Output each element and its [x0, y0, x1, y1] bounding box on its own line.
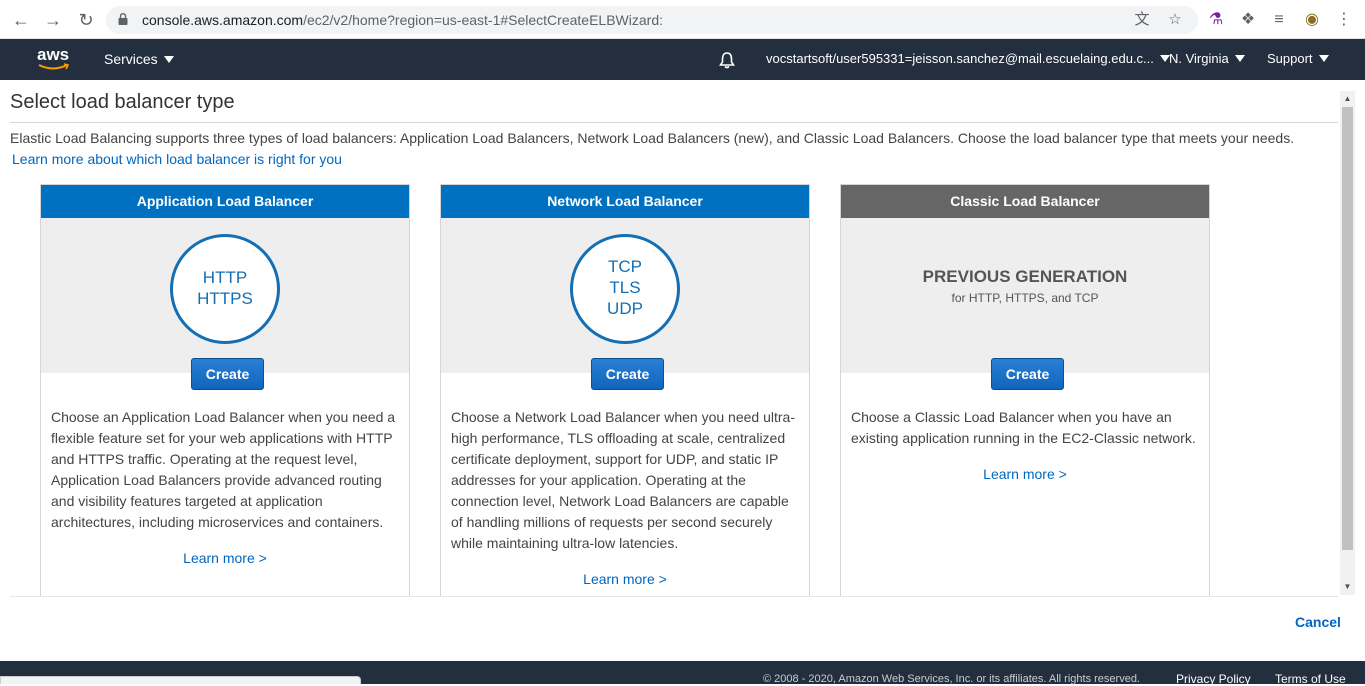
- card-body: Choose an Application Load Balancer when…: [41, 373, 409, 569]
- create-alb-button[interactable]: Create: [191, 358, 264, 390]
- card-title: Network Load Balancer: [441, 185, 809, 218]
- url-text: console.aws.amazon.com/ec2/v2/home?regio…: [142, 12, 663, 28]
- protocol-label: TCP: [608, 257, 642, 276]
- protocol-circle: HTTP HTTPS: [170, 234, 280, 344]
- lock-icon: [118, 13, 128, 25]
- extension-flask-icon[interactable]: ⚗: [1205, 9, 1227, 31]
- region-menu[interactable]: N. Virginia: [1169, 51, 1245, 66]
- title-divider: [10, 122, 1338, 123]
- protocol-circle: TCP TLS UDP: [570, 234, 680, 344]
- card-description: Choose an Application Load Balancer when…: [51, 409, 396, 530]
- aws-logo[interactable]: aws: [36, 45, 72, 73]
- card-network-load-balancer: Network Load Balancer TCP TLS UDP Create…: [440, 184, 810, 596]
- services-label: Services: [104, 51, 158, 67]
- support-menu[interactable]: Support: [1267, 51, 1329, 66]
- card-learn-more-link[interactable]: Learn more >: [851, 464, 1199, 485]
- forward-arrow-icon[interactable]: →: [42, 9, 64, 31]
- bell-icon[interactable]: [718, 51, 736, 69]
- account-menu[interactable]: vocstartsoft/user595331=jeisson.sanchez@…: [766, 51, 1170, 66]
- previous-generation-label: PREVIOUS GENERATION: [922, 267, 1128, 286]
- card-description: Choose a Classic Load Balancer when you …: [851, 409, 1196, 446]
- aws-console-header: aws Services vocstartsoft/user595331=jei…: [0, 39, 1365, 80]
- card-description: Choose a Network Load Balancer when you …: [451, 409, 795, 551]
- chevron-down-icon: [163, 55, 174, 63]
- aws-smile-icon: [38, 63, 70, 70]
- card-visual: TCP TLS UDP Create: [441, 218, 809, 390]
- address-bar[interactable]: console.aws.amazon.com/ec2/v2/home?regio…: [106, 6, 1198, 34]
- url-host: console.aws.amazon.com: [142, 12, 304, 28]
- link-status-bar: [0, 676, 361, 684]
- card-title: Classic Load Balancer: [841, 185, 1209, 218]
- protocol-label: TLS: [609, 278, 641, 297]
- previous-generation-sub: for HTTP, HTTPS, and TCP: [951, 291, 1099, 305]
- card-classic-load-balancer: Classic Load Balancer PREVIOUS GENERATIO…: [840, 184, 1210, 596]
- back-arrow-icon[interactable]: ←: [10, 9, 32, 31]
- profile-avatar-icon[interactable]: ◉: [1301, 9, 1323, 31]
- content-divider: [10, 596, 1338, 597]
- translate-icon[interactable]: 文: [1132, 10, 1152, 30]
- protocol-label: HTTPS: [197, 289, 253, 308]
- copyright-text: © 2008 - 2020, Amazon Web Services, Inc.…: [763, 673, 1140, 685]
- card-visual: PREVIOUS GENERATION for HTTP, HTTPS, and…: [841, 218, 1209, 390]
- scrollbar-thumb[interactable]: [1342, 107, 1353, 550]
- star-icon[interactable]: ☆: [1165, 10, 1185, 30]
- chevron-down-icon: [1234, 55, 1245, 63]
- page-title: Select load balancer type: [10, 91, 235, 113]
- cancel-link[interactable]: Cancel: [1295, 614, 1341, 630]
- learn-more-link[interactable]: Learn more about which load balancer is …: [12, 151, 342, 167]
- chevron-down-icon: [1318, 55, 1329, 63]
- create-clb-button[interactable]: Create: [991, 358, 1064, 390]
- scroll-down-icon[interactable]: ▼: [1342, 582, 1353, 592]
- protocol-label: HTTP: [202, 268, 248, 287]
- puzzle-icon[interactable]: ❖: [1237, 9, 1259, 31]
- url-path: /ec2/v2/home?region=us-east-1#SelectCrea…: [303, 12, 663, 28]
- menu-kebab-icon[interactable]: ⋮: [1333, 9, 1355, 31]
- card-application-load-balancer: Application Load Balancer HTTP HTTPS Cre…: [40, 184, 410, 596]
- card-learn-more-link[interactable]: Learn more >: [451, 569, 799, 590]
- browser-toolbar: ← → ↻ console.aws.amazon.com/ec2/v2/home…: [0, 0, 1365, 39]
- region-label: N. Virginia: [1169, 51, 1229, 66]
- card-learn-more-link[interactable]: Learn more >: [51, 548, 399, 569]
- intro-text: Elastic Load Balancing supports three ty…: [10, 130, 1295, 146]
- scroll-up-icon[interactable]: ▲: [1342, 94, 1353, 104]
- create-nlb-button[interactable]: Create: [591, 358, 664, 390]
- card-visual: HTTP HTTPS Create: [41, 218, 409, 390]
- media-queue-icon[interactable]: ≡: [1268, 9, 1290, 31]
- aws-logo-text: aws: [37, 45, 70, 64]
- reload-icon[interactable]: ↻: [75, 9, 97, 31]
- card-body: Choose a Network Load Balancer when you …: [441, 373, 809, 590]
- card-title: Application Load Balancer: [41, 185, 409, 218]
- account-label: vocstartsoft/user595331=jeisson.sanchez@…: [766, 51, 1154, 66]
- protocol-label: UDP: [607, 299, 643, 318]
- services-menu[interactable]: Services: [104, 51, 174, 67]
- support-label: Support: [1267, 51, 1313, 66]
